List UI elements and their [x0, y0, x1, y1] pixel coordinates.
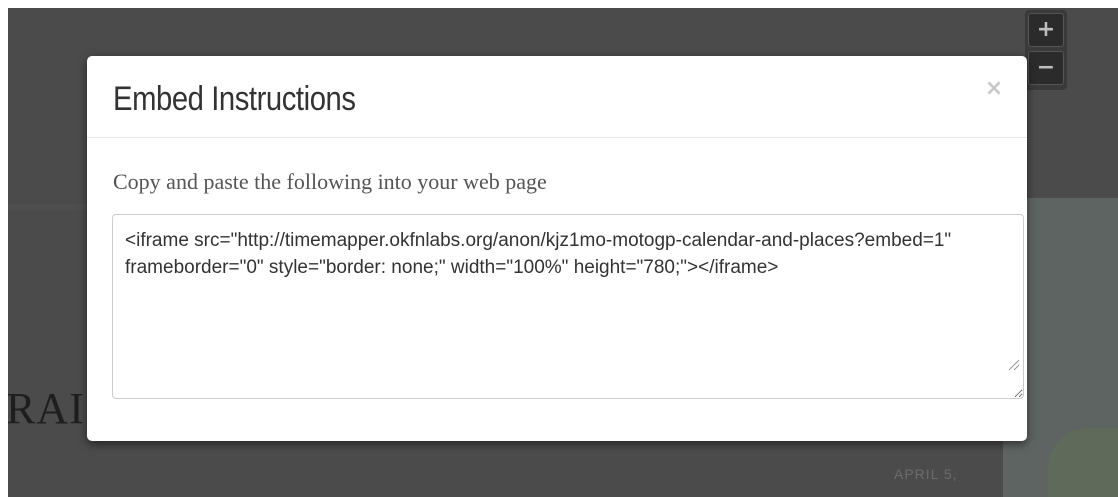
modal-header: Embed Instructions × [87, 56, 1027, 138]
zoom-in-button[interactable]: + [1028, 13, 1064, 47]
zoom-out-button[interactable]: − [1028, 51, 1064, 85]
modal-title: Embed Instructions [113, 80, 356, 118]
embed-code-textarea[interactable]: <iframe src="http://timemapper.okfnlabs.… [112, 214, 1024, 399]
map-zoom-controls: + − [1025, 10, 1067, 90]
page-title-fragment: RAI [8, 384, 85, 433]
close-icon[interactable]: × [983, 78, 1005, 100]
timeline-date-label: APRIL 5, [894, 466, 958, 482]
screen: + − RAI APRIL 5, Embed Instructions × Co… [0, 0, 1118, 497]
modal-body: Copy and paste the following into your w… [87, 139, 1027, 429]
instructions-text: Copy and paste the following into your w… [113, 169, 547, 194]
embed-instructions-modal: Embed Instructions × Copy and paste the … [87, 56, 1027, 441]
